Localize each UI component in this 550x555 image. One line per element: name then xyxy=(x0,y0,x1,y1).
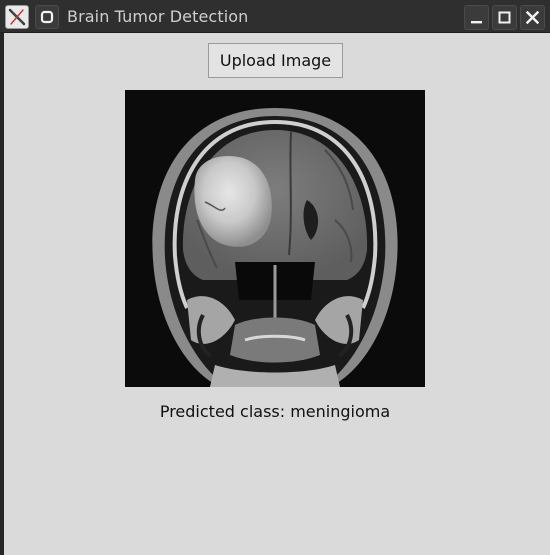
minimize-button[interactable] xyxy=(464,5,489,30)
window-border xyxy=(0,33,4,555)
maximize-icon xyxy=(498,11,511,24)
mri-brain-scan-image xyxy=(125,90,425,387)
window-title: Brain Tumor Detection xyxy=(67,7,249,26)
title-bar[interactable]: Brain Tumor Detection xyxy=(0,0,550,33)
window-menu-icon[interactable] xyxy=(35,5,59,29)
close-button[interactable] xyxy=(520,5,545,30)
prediction-label: Predicted class: meningioma xyxy=(159,402,391,421)
close-icon xyxy=(526,11,539,24)
maximize-button[interactable] xyxy=(492,5,517,30)
minimize-icon xyxy=(471,21,482,24)
x-logo-icon[interactable] xyxy=(5,5,29,29)
upload-image-button[interactable]: Upload Image xyxy=(208,43,343,78)
app-window: Brain Tumor Detection Upload Image Predi… xyxy=(0,0,550,555)
